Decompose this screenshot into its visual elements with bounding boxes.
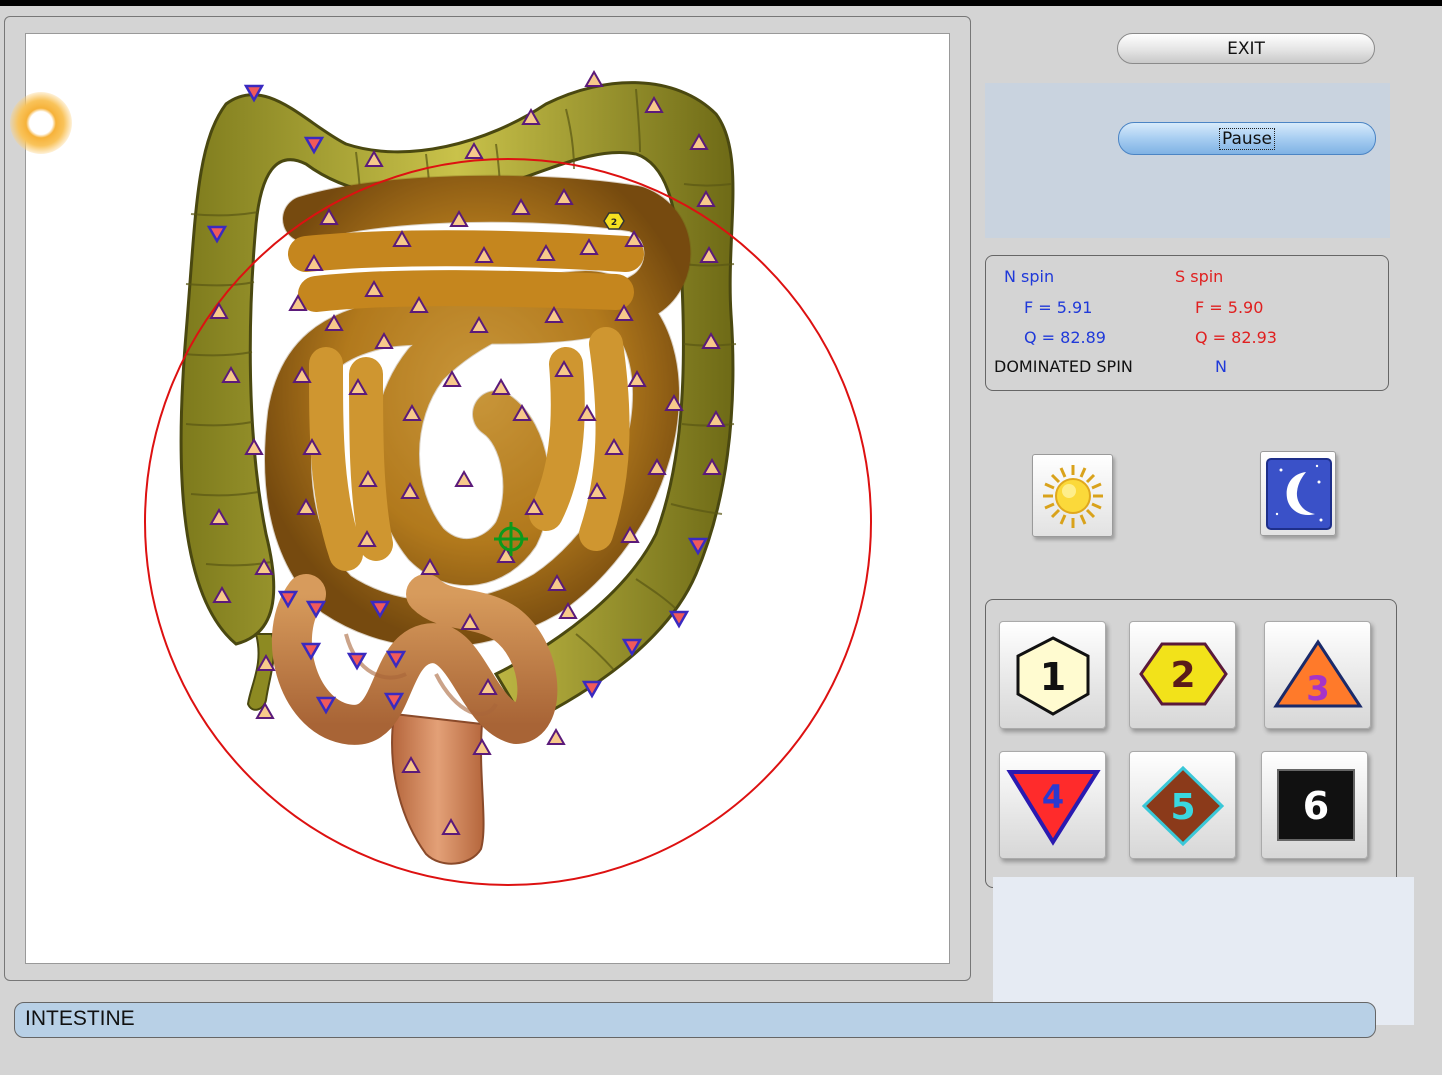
level-6-button[interactable]: 6 <box>1261 751 1368 859</box>
level-2-button[interactable]: 2 <box>1129 621 1236 729</box>
organ-status-bar: INTESTINE <box>14 1002 1376 1038</box>
top-strip <box>0 0 1442 6</box>
hexagon-1-icon: 1 <box>1016 636 1090 716</box>
s-spin-frequency: F = 5.90 <box>1195 298 1264 317</box>
level-button-panel: 1 2 3 4 5 6 <box>985 599 1397 888</box>
diamond-5-icon: 5 <box>1141 765 1225 847</box>
svg-text:3: 3 <box>1306 669 1330 709</box>
exit-button[interactable]: EXIT <box>1117 33 1375 64</box>
pause-button-label: Pause <box>1219 127 1275 150</box>
triangle-3-icon: 3 <box>1273 639 1363 709</box>
hexagon-marker: 2 <box>603 212 625 230</box>
moon-icon <box>1266 458 1332 530</box>
n-spin-frequency: F = 5.91 <box>1024 298 1093 317</box>
organ-image-canvas[interactable]: 2 <box>25 33 950 964</box>
svg-text:2: 2 <box>611 218 617 228</box>
spin-readout-panel: N spin S spin F = 5.91 F = 5.90 Q = 82.8… <box>985 255 1389 391</box>
s-spin-title: S spin <box>1175 267 1224 286</box>
svg-text:2: 2 <box>1170 655 1195 696</box>
cursor-glow-icon <box>10 92 72 154</box>
sun-icon <box>1043 465 1103 528</box>
svg-text:1: 1 <box>1040 655 1066 699</box>
intestine-illustration: 2 <box>144 69 872 886</box>
svg-text:6: 6 <box>1303 784 1329 828</box>
dominated-spin-value: N <box>1215 357 1227 376</box>
organ-image-panel: 2 <box>4 16 971 981</box>
night-mode-button[interactable] <box>1260 451 1336 536</box>
organ-name: INTESTINE <box>25 1007 135 1030</box>
day-mode-button[interactable] <box>1032 454 1113 537</box>
n-spin-title: N spin <box>1004 267 1055 286</box>
level-4-button[interactable]: 4 <box>999 751 1106 859</box>
n-spin-quality: Q = 82.89 <box>1024 328 1106 347</box>
level-5-button[interactable]: 5 <box>1129 751 1236 859</box>
inverted-triangle-4-icon: 4 <box>1006 770 1101 846</box>
level-3-button[interactable]: 3 <box>1264 621 1371 729</box>
level-1-button[interactable]: 1 <box>999 621 1106 729</box>
dominated-spin-label: DOMINATED SPIN <box>994 357 1133 376</box>
svg-text:4: 4 <box>1042 778 1064 816</box>
s-spin-quality: Q = 82.93 <box>1195 328 1277 347</box>
square-6-icon: 6 <box>1277 769 1355 841</box>
exit-button-label: EXIT <box>1227 38 1265 59</box>
hexagon-2-icon: 2 <box>1139 642 1228 706</box>
pause-area <box>985 83 1390 238</box>
svg-text:5: 5 <box>1170 787 1195 828</box>
pause-button[interactable]: Pause <box>1118 122 1376 155</box>
